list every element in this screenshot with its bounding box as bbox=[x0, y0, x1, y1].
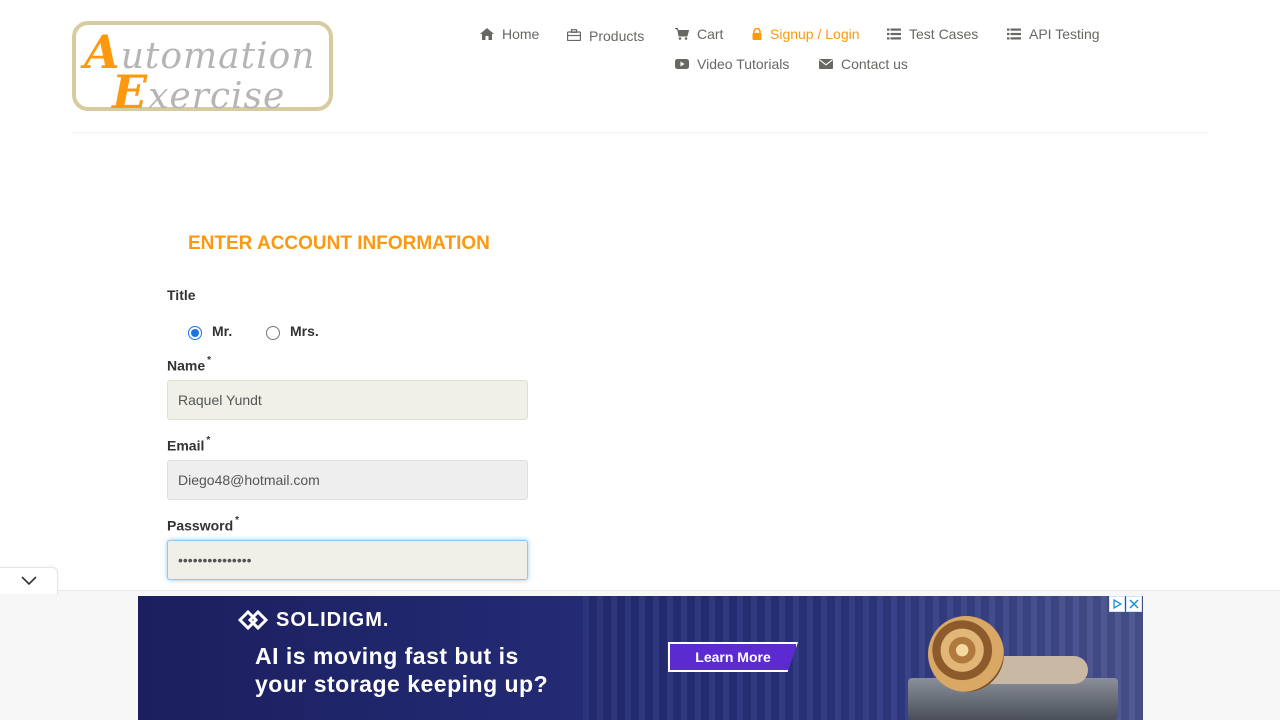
required-mark: * bbox=[235, 515, 240, 526]
title-label: Title bbox=[167, 287, 196, 303]
nav-home-label: Home bbox=[502, 26, 540, 42]
name-input[interactable]: Raquel Yundt bbox=[167, 380, 528, 420]
logo-text-2: xercise bbox=[148, 76, 286, 117]
chevron-down-icon bbox=[20, 576, 37, 586]
name-label-text: Name bbox=[167, 357, 206, 374]
nav-contact-us-label: Contact us bbox=[841, 56, 908, 72]
nav-video-tutorials[interactable]: Video Tutorials bbox=[675, 56, 789, 72]
required-mark: * bbox=[207, 355, 212, 366]
ad-brand: SOLIDIGM. bbox=[236, 608, 389, 632]
list-icon bbox=[887, 28, 901, 40]
title-mrs-label: Mrs. bbox=[290, 323, 319, 339]
ad-brand-text: SOLIDIGM. bbox=[276, 608, 390, 631]
ad-close-icon[interactable] bbox=[1126, 596, 1142, 612]
nav-cart-label: Cart bbox=[697, 26, 724, 42]
title-mr-label: Mr. bbox=[212, 323, 233, 339]
nav-cart[interactable]: Cart bbox=[675, 26, 723, 42]
nav-signup-login-label: Signup / Login bbox=[770, 26, 860, 42]
nav-api-testing-label: API Testing bbox=[1029, 26, 1100, 42]
list-icon bbox=[1007, 28, 1021, 40]
header-divider bbox=[71, 132, 1209, 133]
name-label: Name * bbox=[167, 355, 212, 374]
cart-icon bbox=[675, 28, 689, 40]
solidigm-logo-icon bbox=[237, 609, 269, 631]
email-label-text: Email bbox=[167, 437, 205, 454]
title-mr-option[interactable]: Mr. bbox=[188, 322, 232, 340]
form-title: ENTER ACCOUNT INFORMATION bbox=[188, 233, 490, 254]
password-input[interactable]: ••••••••••••••• bbox=[167, 540, 528, 580]
title-mr-radio[interactable] bbox=[188, 326, 202, 340]
ad-snail-shell bbox=[928, 616, 1004, 692]
ad-collapse-toggle[interactable] bbox=[0, 567, 58, 594]
ad-choices bbox=[1109, 596, 1142, 612]
email-label: Email * bbox=[167, 435, 211, 454]
nav-products-label: Products bbox=[589, 28, 645, 44]
nav-signup-login[interactable]: Signup / Login bbox=[752, 26, 860, 42]
title-mrs-option[interactable]: Mrs. bbox=[266, 322, 319, 340]
logo-line-2: Exercise bbox=[112, 65, 285, 119]
envelope-icon bbox=[819, 59, 833, 69]
ad-learn-more-button[interactable]: Learn More bbox=[668, 642, 798, 672]
youtube-icon bbox=[675, 59, 689, 69]
nav-test-cases[interactable]: Test Cases bbox=[887, 26, 978, 42]
required-mark: * bbox=[206, 435, 211, 446]
nav-contact-us[interactable]: Contact us bbox=[819, 56, 908, 72]
ad-headline: AI is moving fast but is your storage ke… bbox=[255, 643, 549, 697]
ad-drive-image bbox=[908, 678, 1118, 720]
title-mrs-radio[interactable] bbox=[266, 326, 280, 340]
briefcase-icon bbox=[567, 29, 581, 41]
nav-home[interactable]: Home bbox=[480, 26, 539, 42]
site-logo[interactable]: Automation Exercise bbox=[72, 21, 333, 119]
logo-cap-e: E bbox=[112, 65, 149, 119]
lock-icon bbox=[752, 28, 762, 40]
nav-api-testing[interactable]: API Testing bbox=[1007, 26, 1100, 42]
nav-test-cases-label: Test Cases bbox=[909, 26, 979, 42]
adchoices-icon[interactable] bbox=[1109, 596, 1125, 612]
nav-products[interactable]: Products bbox=[567, 26, 644, 44]
nav-video-tutorials-label: Video Tutorials bbox=[697, 56, 790, 72]
email-input[interactable]: Diego48@hotmail.com bbox=[167, 460, 528, 500]
password-label: Password * bbox=[167, 515, 240, 534]
ad-banner[interactable]: SOLIDIGM. AI is moving fast but is your … bbox=[138, 596, 1143, 720]
home-icon bbox=[480, 28, 494, 40]
password-label-text: Password bbox=[167, 517, 234, 534]
